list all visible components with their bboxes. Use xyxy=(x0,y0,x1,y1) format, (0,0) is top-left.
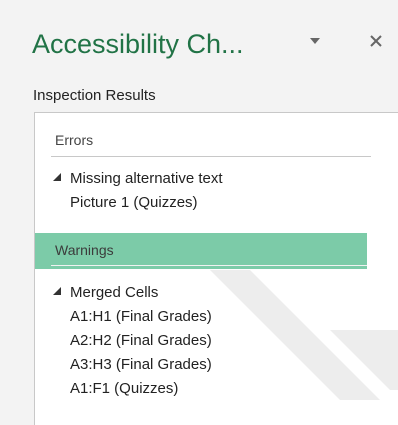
close-icon xyxy=(370,35,382,47)
errors-group-label: Errors xyxy=(55,132,94,148)
inspection-results-label: Inspection Results xyxy=(33,87,156,104)
expanded-caret-icon xyxy=(53,173,61,181)
category-label: Merged Cells xyxy=(70,284,159,301)
divider xyxy=(51,265,367,266)
warnings-group-label: Warnings xyxy=(55,242,114,258)
result-item-a2-h2[interactable]: A2:H2 (Final Grades) xyxy=(70,331,212,351)
result-item-a1-f1[interactable]: A1:F1 (Quizzes) xyxy=(70,379,178,399)
pane-header: Accessibility Ch... xyxy=(32,27,392,71)
category-label: Missing alternative text xyxy=(70,170,223,187)
category-missing-alt-text[interactable]: Missing alternative text xyxy=(52,169,223,189)
task-pane-options-button[interactable] xyxy=(304,29,326,53)
errors-group-header[interactable]: Errors xyxy=(51,130,371,157)
accessibility-checker-pane: Accessibility Ch... Inspection Results E… xyxy=(0,0,398,425)
result-item-a3-h3[interactable]: A3:H3 (Final Grades) xyxy=(70,355,212,375)
warnings-group-header[interactable]: Warnings xyxy=(35,233,367,269)
result-item-picture-1[interactable]: Picture 1 (Quizzes) xyxy=(70,193,198,213)
divider xyxy=(51,156,371,157)
chevron-down-icon xyxy=(310,38,320,44)
expanded-caret-icon xyxy=(53,287,61,295)
inspection-results-list[interactable]: Errors Missing alternative text Picture … xyxy=(34,112,398,425)
result-item-a1-h1[interactable]: A1:H1 (Final Grades) xyxy=(70,307,212,327)
category-merged-cells[interactable]: Merged Cells xyxy=(52,283,158,303)
pane-title: Accessibility Ch... xyxy=(32,29,244,59)
close-pane-button[interactable] xyxy=(365,29,387,53)
